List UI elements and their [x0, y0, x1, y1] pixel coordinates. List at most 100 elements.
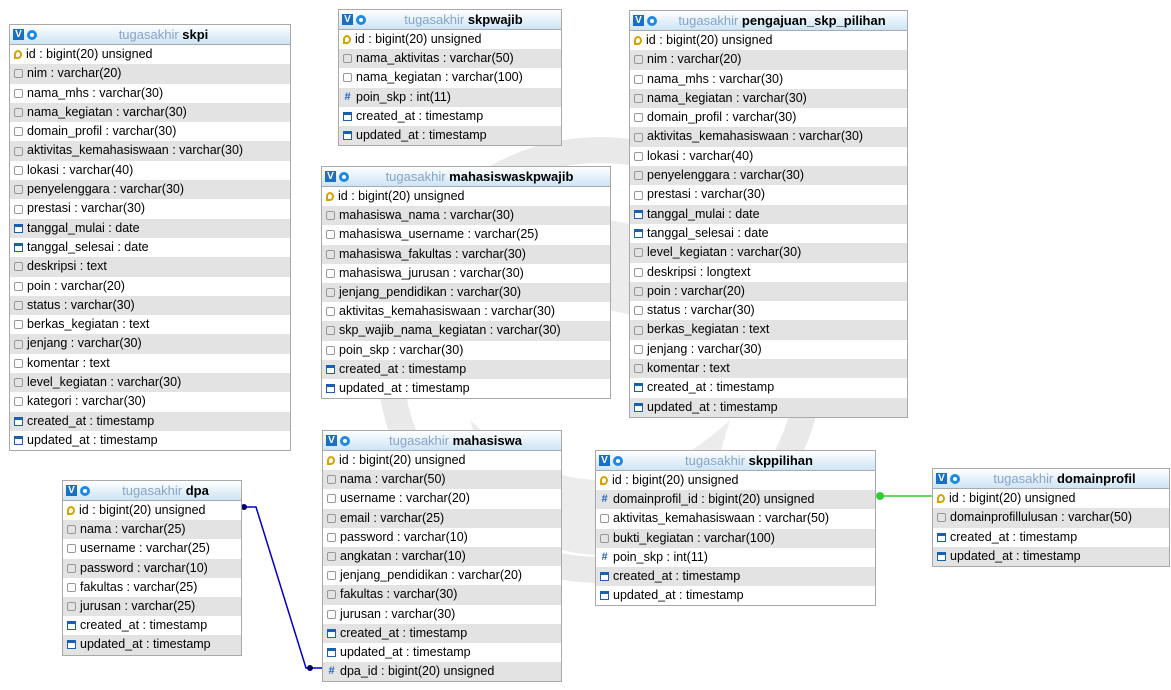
- string-icon: [14, 301, 23, 310]
- database-name: tugasakhir: [118, 27, 183, 42]
- table-skpi[interactable]: Vtugasakhir skpi id : bigint(20) unsigned…: [9, 24, 291, 452]
- table-options-icon[interactable]: [647, 15, 657, 26]
- field-label: updated_at : timestamp: [613, 588, 744, 603]
- table-options-icon[interactable]: [339, 171, 349, 182]
- field-row: jenjang_pendidikan : varchar(20): [323, 566, 561, 585]
- toggle-v-icon[interactable]: V: [13, 29, 24, 40]
- string-icon: [14, 127, 23, 137]
- table-pengajuan_skp_pilihan[interactable]: Vtugasakhir pengajuan_skp_pilihanid : bi…: [629, 10, 908, 418]
- table-title: tugasakhir mahasiswa: [350, 431, 561, 450]
- string-icon: [634, 132, 643, 142]
- database-name: tugasakhir: [385, 169, 450, 184]
- table-header[interactable]: Vtugasakhir dpa: [63, 481, 241, 501]
- table-name: domainprofil: [1056, 471, 1136, 486]
- toggle-v-icon[interactable]: V: [633, 15, 644, 26]
- field-row: prestasi : varchar(30): [630, 185, 907, 204]
- field-row: level_kegiatan : varchar(30): [630, 243, 907, 263]
- string-icon: [343, 73, 352, 83]
- table-options-icon[interactable]: [356, 14, 366, 25]
- field-label: prestasi : varchar(30): [647, 187, 766, 202]
- table-header[interactable]: Vtugasakhir skpwajib: [339, 10, 561, 30]
- field-row: updated_at : timestamp: [630, 397, 907, 417]
- field-label: updated_at : timestamp: [340, 644, 471, 659]
- toggle-v-icon[interactable]: V: [325, 171, 336, 182]
- table-header[interactable]: Vtugasakhir mahasiswaskpwajib: [322, 167, 610, 187]
- field-label: created_at : timestamp: [613, 568, 741, 583]
- field-row: updated_at : timestamp: [322, 379, 610, 398]
- string-icon: [634, 113, 643, 123]
- date-icon: [326, 383, 335, 393]
- table-header[interactable]: Vtugasakhir pengajuan_skp_pilihan: [630, 11, 907, 31]
- table-skpwajib[interactable]: Vtugasakhir skpwajib id : bigint(20) unsi…: [338, 9, 562, 147]
- string-icon: [14, 358, 23, 368]
- field-label: created_at : timestamp: [340, 625, 468, 640]
- field-row: prestasi : varchar(30): [10, 199, 290, 218]
- field-label: id : bigint(20) unsigned: [338, 189, 465, 203]
- database-name: tugasakhir: [678, 13, 742, 28]
- field-row: domain_profil : varchar(30): [630, 108, 907, 127]
- field-row: tanggal_selesai : date: [630, 224, 907, 243]
- toggle-v-icon[interactable]: V: [936, 473, 947, 484]
- table-title: tugasakhir pengajuan_skp_pilihan: [657, 11, 907, 30]
- table-options-icon[interactable]: [27, 29, 37, 40]
- string-icon: [326, 268, 335, 278]
- field-label: berkas_kegiatan : text: [27, 317, 150, 332]
- toggle-v-icon[interactable]: V: [599, 455, 610, 466]
- field-row: mahasiswa_fakultas : varchar(30): [322, 244, 610, 264]
- field-label: id : bigint(20) unsigned: [646, 33, 773, 47]
- date-icon: [634, 383, 643, 393]
- field-row: fakultas : varchar(30): [323, 585, 561, 605]
- table-mahasiswa[interactable]: Vtugasakhir mahasiswa id : bigint(20) uns…: [322, 430, 562, 683]
- field-label: updated_at : timestamp: [80, 637, 211, 652]
- field-row: nama : varchar(25): [63, 520, 241, 540]
- date-icon: [14, 223, 23, 233]
- field-row: updated_at : timestamp: [933, 546, 1169, 567]
- field-label: password : varchar(10): [340, 529, 468, 544]
- field-label: status : varchar(30): [647, 303, 755, 318]
- field-row: komentar : text: [10, 354, 290, 373]
- toggle-v-icon[interactable]: V: [66, 485, 77, 496]
- table-skppilihan[interactable]: Vtugasakhir skppilihan id : bigint(20) un…: [595, 450, 876, 607]
- table-domainprofil[interactable]: Vtugasakhir domainprofil id : bigint(20) …: [932, 468, 1170, 568]
- field-label: domainprofillulusan : varchar(50): [950, 510, 1133, 525]
- field-label: komentar : text: [647, 361, 730, 376]
- database-name: tugasakhir: [685, 453, 749, 468]
- field-label: id : bigint(20) unsigned: [949, 491, 1076, 505]
- string-icon: [327, 590, 336, 600]
- string-icon: [14, 165, 23, 175]
- field-label: tanggal_mulai : date: [27, 220, 140, 235]
- toggle-v-icon[interactable]: V: [326, 435, 337, 446]
- field-label: mahasiswa_username : varchar(25): [339, 227, 539, 242]
- field-label: updated_at : timestamp: [339, 380, 470, 395]
- date-icon: [937, 552, 946, 562]
- table-dpa[interactable]: Vtugasakhir dpa id : bigint(20) unsigned n…: [62, 480, 242, 656]
- date-icon: [326, 364, 335, 374]
- field-label: poin : varchar(20): [647, 283, 745, 298]
- table-header[interactable]: Vtugasakhir domainprofil: [933, 469, 1169, 489]
- table-options-icon[interactable]: [340, 435, 350, 446]
- key-icon: [600, 476, 608, 486]
- toggle-v-icon[interactable]: V: [342, 14, 353, 25]
- table-options-icon[interactable]: [613, 455, 623, 466]
- field-row: updated_at : timestamp: [323, 643, 561, 662]
- field-label: jenjang_pendidikan : varchar(20): [340, 568, 523, 583]
- field-label: jurusan : varchar(25): [80, 598, 196, 613]
- date-icon: [67, 621, 76, 631]
- string-icon: [634, 306, 643, 316]
- database-name: tugasakhir: [389, 433, 453, 448]
- table-options-icon[interactable]: [950, 473, 960, 484]
- table-header[interactable]: Vtugasakhir mahasiswa: [323, 431, 561, 451]
- string-icon: [14, 262, 23, 272]
- table-name: skpi: [182, 27, 209, 42]
- field-row: berkas_kegiatan : text: [630, 320, 907, 340]
- table-header[interactable]: Vtugasakhir skppilihan: [596, 451, 875, 471]
- field-label: nama_aktivitas : varchar(50): [356, 51, 514, 66]
- table-mahasiswaskpwajib[interactable]: Vtugasakhir mahasiswaskpwajib id : bigint…: [321, 166, 611, 400]
- field-row: created_at : timestamp: [323, 623, 561, 643]
- field-label: tanggal_selesai : date: [27, 239, 149, 254]
- string-icon: [67, 525, 76, 535]
- table-options-icon[interactable]: [80, 485, 90, 496]
- field-row: id : bigint(20) unsigned: [596, 471, 875, 490]
- table-header[interactable]: Vtugasakhir skpi: [10, 25, 290, 45]
- field-row: domain_profil : varchar(30): [10, 122, 290, 141]
